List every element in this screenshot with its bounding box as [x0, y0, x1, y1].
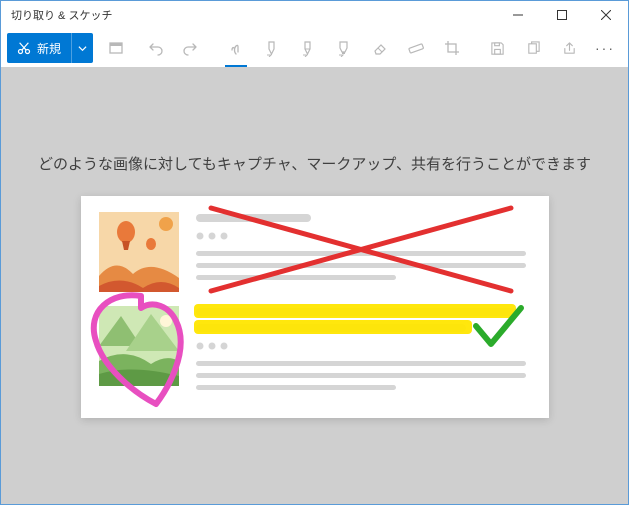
- pencil-button[interactable]: [291, 31, 325, 65]
- app-window: 切り取り & スケッチ 新規: [0, 0, 629, 505]
- hint-text: どのような画像に対してもキャプチャ、マークアップ、共有を行うことができます: [38, 153, 591, 174]
- undo-button[interactable]: [139, 31, 173, 65]
- window-title: 切り取り & スケッチ: [11, 7, 496, 23]
- share-icon: [562, 41, 577, 56]
- ballpoint-button[interactable]: [255, 31, 289, 65]
- ruler-icon: [408, 40, 424, 56]
- highlighter-button[interactable]: [327, 31, 361, 65]
- toolbar: 新規: [1, 29, 628, 67]
- close-icon: [601, 10, 611, 20]
- output-tools: ···: [480, 31, 622, 65]
- close-button[interactable]: [584, 1, 628, 29]
- welcome-illustration: [81, 196, 549, 418]
- copy-button[interactable]: [516, 31, 550, 65]
- new-snip-dropdown[interactable]: [71, 33, 93, 63]
- highlighter-icon: [336, 40, 351, 57]
- chevron-down-icon: [78, 44, 87, 53]
- crop-button[interactable]: [435, 31, 469, 65]
- more-button[interactable]: ···: [588, 31, 622, 65]
- eraser-icon: [372, 40, 388, 56]
- save-icon: [490, 41, 505, 56]
- pen-tools: [219, 31, 469, 65]
- touch-write-icon: [228, 40, 244, 56]
- maximize-icon: [557, 10, 567, 20]
- share-button[interactable]: [552, 31, 586, 65]
- minimize-button[interactable]: [496, 1, 540, 29]
- ruler-button[interactable]: [399, 31, 433, 65]
- new-snip-label: 新規: [37, 40, 61, 57]
- pencil-icon: [300, 40, 315, 57]
- touch-write-button[interactable]: [219, 31, 253, 65]
- eraser-button[interactable]: [363, 31, 397, 65]
- redo-button[interactable]: [173, 31, 207, 65]
- delay-button[interactable]: [99, 31, 133, 65]
- new-snip-main[interactable]: 新規: [7, 40, 71, 57]
- ballpoint-pen-icon: [264, 40, 279, 57]
- save-button[interactable]: [480, 31, 514, 65]
- undo-icon: [148, 40, 164, 56]
- window-controls: [496, 1, 628, 29]
- delay-icon: [108, 40, 124, 56]
- minimize-icon: [513, 10, 523, 20]
- titlebar: 切り取り & スケッチ: [1, 1, 628, 29]
- crop-icon: [444, 40, 460, 56]
- copy-icon: [526, 41, 541, 56]
- redo-icon: [182, 40, 198, 56]
- maximize-button[interactable]: [540, 1, 584, 29]
- more-icon: ···: [595, 40, 615, 56]
- snip-icon: [17, 41, 31, 55]
- canvas-area: どのような画像に対してもキャプチャ、マークアップ、共有を行うことができます: [1, 67, 628, 504]
- new-snip-button[interactable]: 新規: [7, 33, 93, 63]
